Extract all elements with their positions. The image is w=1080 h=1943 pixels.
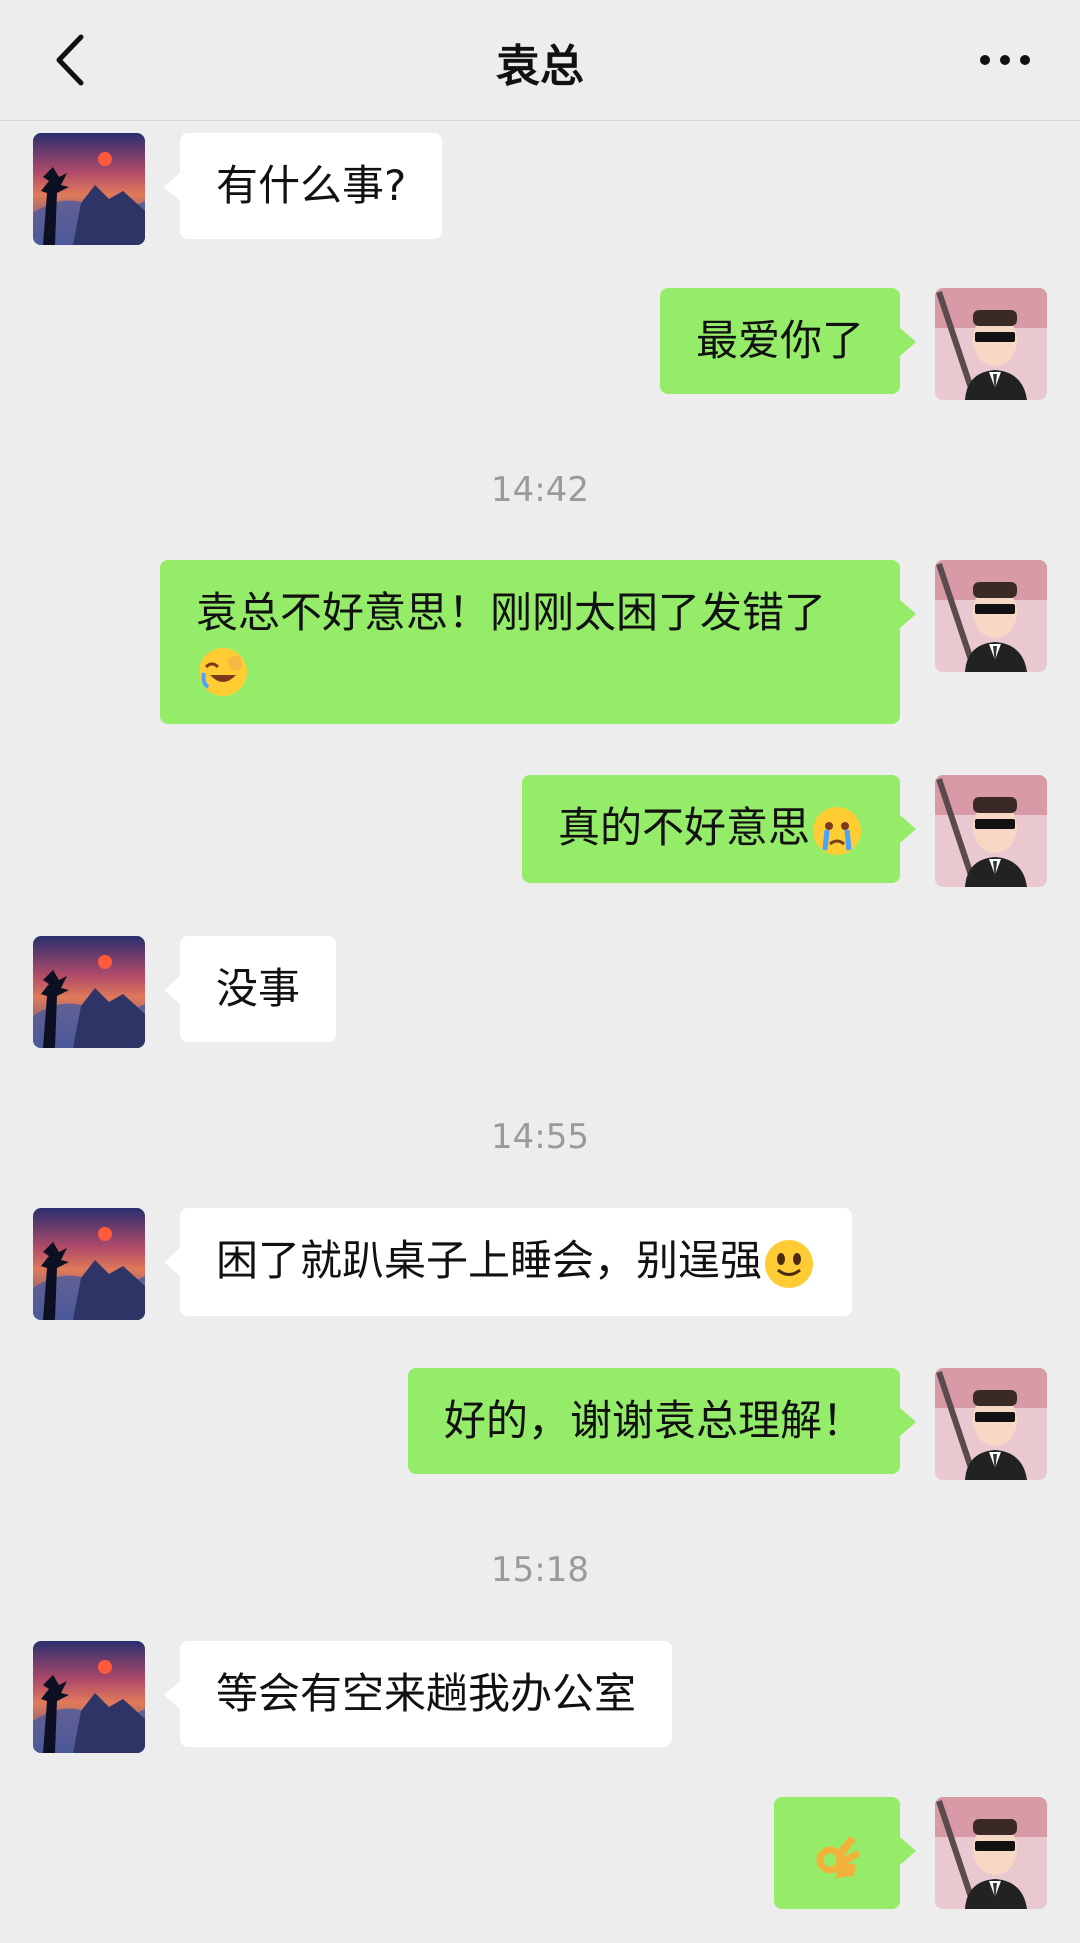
message-bubble-received[interactable]: 有什么事? <box>163 133 443 239</box>
message-text: 有什么事? <box>216 161 407 210</box>
message-bubble-sent[interactable] <box>774 1797 916 1909</box>
cartoon-driver-avatar-icon <box>935 1368 1047 1480</box>
sunset-mountain-avatar-icon <box>33 133 145 245</box>
chat-header: 袁总 <box>0 0 1080 121</box>
sunset-mountain-avatar-icon <box>33 936 145 1048</box>
sunset-mountain-avatar-icon <box>33 1208 145 1320</box>
facepalm-laugh-emoji <box>199 647 247 696</box>
sunset-mountain-avatar-icon <box>33 1641 145 1753</box>
ok-hand-emoji <box>816 1835 860 1878</box>
timestamp: 14:42 <box>491 470 589 510</box>
timestamp: 15:18 <box>491 1550 589 1590</box>
message-bubble-sent[interactable]: 真的不好意思 <box>521 775 917 883</box>
my-avatar[interactable] <box>935 1797 1047 1909</box>
message-bubble-sent[interactable]: 好的，谢谢袁总理解！ <box>407 1368 917 1474</box>
my-avatar[interactable] <box>935 775 1047 887</box>
message-text: 困了就趴桌子上睡会，别逞强 <box>216 1236 763 1285</box>
message-bubble-received[interactable]: 困了就趴桌子上睡会，别逞强 <box>163 1208 853 1316</box>
message-bubble-received[interactable]: 没事 <box>163 936 337 1042</box>
contact-avatar[interactable] <box>33 133 145 245</box>
message-text: 等会有空来趟我办公室 <box>216 1669 637 1718</box>
crying-emoji <box>813 806 861 855</box>
message-text: 最爱你了 <box>695 316 864 365</box>
contact-avatar[interactable] <box>33 1208 145 1320</box>
cartoon-driver-avatar-icon <box>935 288 1047 400</box>
message-text: 没事 <box>216 964 301 1013</box>
message-bubble-sent[interactable]: 袁总不好意思！刚刚太困了发错了 <box>160 560 916 724</box>
more-dot <box>1000 55 1010 65</box>
my-avatar[interactable] <box>935 1368 1047 1480</box>
smile-emoji <box>765 1239 814 1288</box>
message-text: 真的不好意思 <box>557 803 810 852</box>
more-dot <box>1020 55 1030 65</box>
message-bubble-received[interactable]: 等会有空来趟我办公室 <box>163 1641 673 1747</box>
my-avatar[interactable] <box>935 288 1047 400</box>
more-button[interactable] <box>960 40 1050 80</box>
my-avatar[interactable] <box>935 560 1047 672</box>
more-dots-icon <box>980 55 990 65</box>
cartoon-driver-avatar-icon <box>935 775 1047 887</box>
cartoon-driver-avatar-icon <box>935 560 1047 672</box>
message-bubble-sent[interactable]: 最爱你了 <box>659 288 917 394</box>
cartoon-driver-avatar-icon <box>935 1797 1047 1909</box>
message-text: 好的，谢谢袁总理解！ <box>443 1396 864 1445</box>
contact-avatar[interactable] <box>33 1641 145 1753</box>
timestamp: 14:55 <box>491 1117 589 1157</box>
chat-title: 袁总 <box>496 41 584 92</box>
message-text: 袁总不好意思！刚刚太困了发错了 <box>196 588 827 637</box>
contact-avatar[interactable] <box>33 936 145 1048</box>
